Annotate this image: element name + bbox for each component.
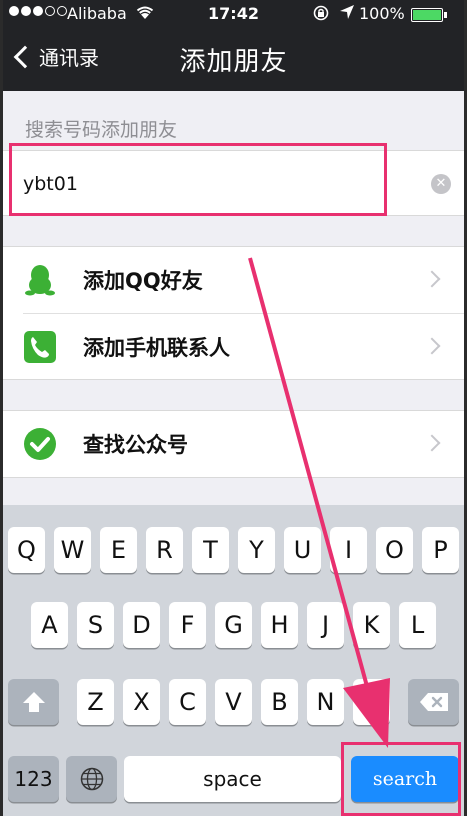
key-c[interactable]: C bbox=[169, 679, 206, 725]
key-k[interactable]: K bbox=[353, 602, 390, 648]
key-q[interactable]: Q bbox=[8, 527, 45, 573]
key-o[interactable]: O bbox=[376, 527, 413, 573]
find-public-account-row[interactable]: 查找公众号 bbox=[3, 411, 464, 477]
globe-icon bbox=[80, 767, 103, 791]
key-m[interactable]: M bbox=[353, 679, 390, 725]
screen: Alibaba 17:42 100% 通讯录 添加朋友 搜索号码添加朋友 ✕ bbox=[3, 0, 464, 816]
battery-icon bbox=[411, 8, 447, 22]
key-n[interactable]: N bbox=[307, 679, 344, 725]
key-u[interactable]: U bbox=[284, 527, 321, 573]
key-i[interactable]: I bbox=[330, 527, 367, 573]
battery-percent: 100% bbox=[359, 4, 405, 23]
key-g[interactable]: G bbox=[215, 602, 252, 648]
key-f[interactable]: F bbox=[169, 602, 206, 648]
key-z[interactable]: Z bbox=[77, 679, 114, 725]
key-x[interactable]: X bbox=[123, 679, 160, 725]
qq-penguin-icon bbox=[23, 263, 57, 297]
add-qq-friend-row[interactable]: 添加QQ好友 bbox=[3, 247, 464, 313]
top-bar: Alibaba 17:42 100% 通讯录 添加朋友 bbox=[3, 0, 464, 91]
key-w[interactable]: W bbox=[54, 527, 91, 573]
public-account-group: 查找公众号 bbox=[3, 410, 464, 478]
phone-icon bbox=[23, 330, 57, 364]
location-arrow-icon bbox=[339, 4, 355, 24]
chevron-right-icon bbox=[423, 337, 441, 355]
key-r[interactable]: R bbox=[146, 527, 183, 573]
shift-arrow-icon bbox=[22, 692, 45, 712]
key-t[interactable]: T bbox=[192, 527, 229, 573]
chevron-right-icon bbox=[423, 270, 441, 288]
rotation-lock-icon bbox=[313, 5, 329, 25]
input-highlight-annotation bbox=[9, 143, 387, 216]
add-qq-friend-label: 添加QQ好友 bbox=[83, 269, 203, 293]
key-v[interactable]: V bbox=[215, 679, 252, 725]
key-l[interactable]: L bbox=[399, 602, 436, 648]
search-key-highlight-annotation bbox=[341, 742, 461, 816]
space-key[interactable]: space bbox=[124, 756, 341, 802]
key-s[interactable]: S bbox=[77, 602, 114, 648]
shift-key[interactable] bbox=[8, 679, 59, 725]
navigation-bar: 通讯录 添加朋友 bbox=[3, 34, 464, 86]
add-phone-contact-label: 添加手机联系人 bbox=[83, 335, 230, 360]
key-b[interactable]: B bbox=[261, 679, 298, 725]
add-phone-contact-row[interactable]: 添加手机联系人 bbox=[23, 313, 464, 379]
key-j[interactable]: J bbox=[307, 602, 344, 648]
key-p[interactable]: P bbox=[422, 527, 459, 573]
clear-input-icon[interactable]: ✕ bbox=[431, 174, 451, 194]
search-section-label: 搜索号码添加朋友 bbox=[25, 119, 178, 141]
delete-key[interactable] bbox=[408, 679, 459, 725]
find-public-account-label: 查找公众号 bbox=[83, 433, 188, 457]
add-options-group: 添加QQ好友 添加手机联系人 bbox=[3, 246, 464, 380]
key-d[interactable]: D bbox=[123, 602, 160, 648]
page-title: 添加朋友 bbox=[179, 47, 288, 77]
numbers-key[interactable]: 123 bbox=[8, 756, 59, 802]
check-circle-icon bbox=[23, 427, 57, 461]
status-bar: Alibaba 17:42 100% bbox=[3, 0, 464, 28]
chevron-right-icon bbox=[423, 434, 441, 452]
backspace-icon bbox=[419, 693, 448, 711]
globe-key[interactable] bbox=[66, 756, 117, 802]
key-h[interactable]: H bbox=[261, 602, 298, 648]
key-a[interactable]: A bbox=[31, 602, 68, 648]
key-e[interactable]: E bbox=[100, 527, 137, 573]
key-y[interactable]: Y bbox=[238, 527, 275, 573]
